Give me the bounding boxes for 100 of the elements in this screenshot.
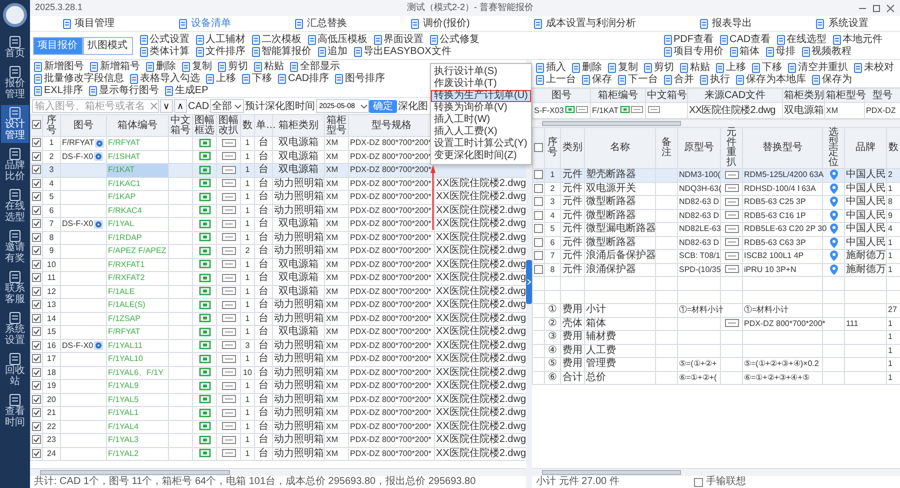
column-header[interactable]: 来源CAD文件 <box>688 88 782 102</box>
frame-icon[interactable] <box>198 286 210 296</box>
checkbox[interactable] <box>32 138 41 148</box>
location-pin-icon[interactable] <box>828 182 838 194</box>
mode-toggle[interactable]: 扒图模式 <box>82 36 132 54</box>
gear-icon[interactable] <box>94 152 104 162</box>
toolbar-button[interactable]: 生成EP <box>162 84 210 96</box>
column-header[interactable]: 箱柜编号 <box>590 88 646 102</box>
label-icon[interactable] <box>222 287 236 296</box>
checkbox[interactable] <box>32 448 41 458</box>
column-header[interactable]: 替换型号 <box>742 128 822 168</box>
toolbar-button[interactable]: 复制 <box>180 60 213 72</box>
frame-icon[interactable] <box>198 300 210 310</box>
label-icon[interactable] <box>222 206 236 214</box>
column-header[interactable]: 图号 <box>60 114 106 136</box>
label-icon[interactable] <box>222 408 236 417</box>
toolbar-button[interactable]: 文件排序 <box>194 46 246 58</box>
checkbox[interactable] <box>32 435 41 444</box>
toolbar-button[interactable]: CAD排序 <box>276 72 330 84</box>
sidebar-item[interactable]: 系统设置 <box>1 310 29 348</box>
toolbar-button[interactable]: 类体计算 <box>138 46 190 58</box>
column-header[interactable]: 单… <box>254 114 272 136</box>
column-header[interactable]: 箱体编号 <box>106 114 168 136</box>
checkbox[interactable] <box>32 192 41 202</box>
frame-icon[interactable] <box>198 259 210 270</box>
sidebar-item[interactable]: 品牌比价 <box>1 146 29 184</box>
frame-icon[interactable] <box>198 272 210 283</box>
toolbar-button[interactable]: 母排 <box>764 46 796 58</box>
sidebar-item[interactable]: 查看时间 <box>1 392 29 430</box>
column-header[interactable]: 名称 <box>584 128 656 168</box>
label-icon[interactable] <box>222 436 236 444</box>
menu-item[interactable]: 作废设计单(T) <box>431 78 531 90</box>
toolbar-button[interactable]: 界面设置 <box>372 34 424 46</box>
checkbox[interactable] <box>32 120 41 130</box>
label-icon[interactable] <box>222 192 236 201</box>
column-header[interactable]: 元件重扒 <box>720 128 742 168</box>
toolbar-button[interactable]: 粘贴 <box>678 62 711 74</box>
toolbar-button[interactable]: 图号排序 <box>333 72 386 84</box>
toolbar-button[interactable]: 执行 <box>698 74 731 86</box>
label-icon[interactable] <box>222 300 236 309</box>
column-header[interactable]: 箱柜型号 <box>324 114 348 136</box>
sidebar-item[interactable]: 邀请有奖 <box>1 228 29 266</box>
checkbox[interactable] <box>32 246 41 256</box>
frame-icon[interactable] <box>198 232 210 242</box>
toolbar-button[interactable]: 上移 <box>204 72 237 84</box>
toolbar-button[interactable]: 公式设置 <box>138 34 190 46</box>
location-pin-icon[interactable] <box>828 169 838 180</box>
frame-icon[interactable] <box>198 313 210 324</box>
sort-up-button[interactable]: ∧ <box>174 99 187 113</box>
column-header[interactable]: 原型号 <box>678 128 720 168</box>
toolbar-button[interactable]: 未校对 <box>852 62 895 74</box>
checkbox[interactable] <box>32 354 41 364</box>
toolbar-button[interactable]: 箱体 <box>728 46 760 58</box>
label-icon[interactable] <box>222 395 236 404</box>
nav-tab[interactable]: 调价(报价) <box>406 16 474 30</box>
frame-icon[interactable] <box>198 192 210 202</box>
label-icon[interactable] <box>222 354 236 363</box>
nav-tab[interactable]: 设备清单 <box>174 16 235 30</box>
location-pin-icon[interactable] <box>828 210 838 221</box>
toolbar-button[interactable]: 人工辅材 <box>194 34 246 46</box>
table-row[interactable]: 4 元件 微型断路器 ND82-63 D RDB5-63 C16 1P 中国人民 9 <box>532 209 900 222</box>
table-row[interactable]: 8 元件 浪涌保护器 SPD-(10/35 iPRU 10 3P+N 施耐德万 1 <box>532 263 900 276</box>
checkbox[interactable] <box>32 314 41 323</box>
location-pin-icon[interactable] <box>828 236 838 248</box>
menu-item[interactable]: 执行设计单(S) <box>431 66 531 78</box>
table-row[interactable]: ② 壳体 箱体 PDX-DZ 800*700*200* 111 1 <box>532 317 900 330</box>
label-icon[interactable] <box>222 233 236 242</box>
column-header[interactable]: 箱柜类别 <box>272 114 324 136</box>
column-header[interactable]: 箱柜型号 <box>824 88 864 102</box>
sidebar-item[interactable]: 设计管理 <box>1 105 29 143</box>
label-icon[interactable] <box>724 224 738 233</box>
frame-icon[interactable] <box>198 367 210 378</box>
checkbox[interactable] <box>32 394 41 404</box>
toolbar-button[interactable]: 视频教程 <box>800 46 852 58</box>
column-header[interactable]: 图幅框选 <box>192 114 216 136</box>
label-icon[interactable] <box>222 422 236 430</box>
frame-icon[interactable] <box>564 105 575 114</box>
label-icon[interactable] <box>222 274 236 282</box>
frame-icon[interactable] <box>198 421 210 432</box>
maximize-icon[interactable] <box>872 4 881 12</box>
frame-icon[interactable] <box>198 164 210 175</box>
label-icon[interactable] <box>222 138 236 147</box>
toolbar-button[interactable]: 在线选型 <box>774 34 828 46</box>
label-icon[interactable] <box>222 152 236 160</box>
location-pin-icon[interactable] <box>828 264 838 275</box>
menu-item[interactable]: 转换为生产计划单(U) <box>431 90 531 102</box>
column-header[interactable]: 选型定位 <box>822 128 844 168</box>
toolbar-button[interactable]: 项目专用价 <box>662 46 724 58</box>
search-field[interactable]: 输入图号、箱柜号或者名 <box>32 99 159 113</box>
label-icon[interactable] <box>630 106 643 114</box>
frame-icon[interactable] <box>198 178 210 188</box>
toolbar-button[interactable]: 导出EASYBOX文件 <box>352 46 452 58</box>
scrollbar[interactable] <box>532 119 900 127</box>
column-header[interactable]: 数 <box>240 114 254 136</box>
frame-icon[interactable] <box>198 380 210 391</box>
toolbar-button[interactable]: 上一台 <box>534 74 577 86</box>
toolbar-button[interactable]: 清空并重扒 <box>786 62 849 74</box>
toolbar-button[interactable]: 新增箱号 <box>88 60 141 72</box>
checkbox[interactable] <box>32 300 41 310</box>
toolbar-button[interactable]: 粘贴 <box>252 60 285 72</box>
